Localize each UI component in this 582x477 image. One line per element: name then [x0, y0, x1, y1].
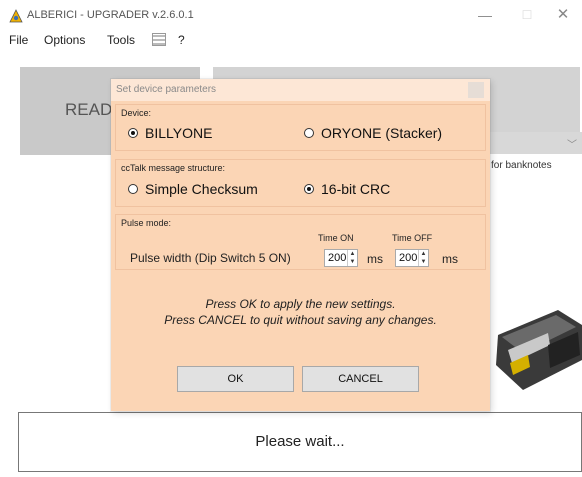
cctalk-group: ccTalk message structure: Simple Checksu…: [115, 159, 486, 207]
menu-help[interactable]: ?: [178, 33, 185, 47]
time-on-stepper[interactable]: 200 ▲ ▼: [324, 249, 358, 267]
radio-billyone-label: BILLYONE: [145, 125, 213, 141]
pulse-width-label: Pulse width (Dip Switch 5 ON): [130, 251, 291, 265]
radio-16bit-crc-label: 16-bit CRC: [321, 181, 391, 197]
bill-validator-image: [496, 310, 582, 390]
dialog-title: Set device parameters: [116, 84, 217, 95]
time-on-value: 200: [328, 252, 347, 264]
time-on-label: Time ON: [318, 233, 354, 243]
dialog-title-bar: Set device parameters: [111, 79, 490, 101]
keyboard-icon[interactable]: [152, 33, 166, 46]
ok-button[interactable]: OK: [177, 366, 294, 392]
banknotes-text: for banknotes: [491, 160, 552, 171]
time-on-unit: ms: [367, 252, 383, 266]
cancel-button[interactable]: CANCEL: [302, 366, 419, 392]
radio-unselected-icon: [304, 128, 314, 139]
radio-simple-checksum-label: Simple Checksum: [145, 181, 258, 197]
menu-bar: File Options Tools ?: [0, 30, 582, 50]
menu-tools[interactable]: Tools: [107, 33, 135, 47]
chevron-down-icon: ﹀: [567, 140, 577, 151]
stepper-arrows-icon[interactable]: ▲ ▼: [418, 250, 428, 266]
radio-unselected-icon: [128, 184, 138, 195]
time-off-value: 200: [399, 252, 418, 264]
pulse-group-label: Pulse mode:: [121, 218, 172, 228]
set-device-parameters-dialog: Set device parameters Device: BILLYONE O…: [111, 79, 490, 411]
read-button-label: READ: [65, 100, 113, 119]
device-group-label: Device:: [121, 108, 152, 118]
status-box: Please wait...: [18, 412, 582, 472]
radio-selected-icon: [304, 184, 314, 195]
minimize-button[interactable]: —: [470, 4, 500, 26]
radio-billyone[interactable]: BILLYONE: [128, 125, 212, 141]
close-button[interactable]: ✕: [548, 4, 578, 26]
info-line-1: Press OK to apply the new settings.: [205, 297, 396, 311]
time-off-stepper[interactable]: 200 ▲ ▼: [395, 249, 429, 267]
menu-file[interactable]: File: [9, 33, 28, 47]
maximize-button[interactable]: ☐: [512, 4, 542, 26]
window-title: ALBERICI - UPGRADER v.2.6.0.1: [27, 9, 194, 21]
title-bar: ALBERICI - UPGRADER v.2.6.0.1 — ☐ ✕: [0, 0, 582, 30]
radio-oryone[interactable]: ORYONE (Stacker): [304, 125, 442, 141]
info-line-2: Press CANCEL to quit without saving any …: [164, 313, 437, 327]
stepper-arrows-icon[interactable]: ▲ ▼: [347, 250, 357, 266]
time-off-label: Time OFF: [392, 233, 433, 243]
menu-options[interactable]: Options: [44, 33, 85, 47]
time-off-unit: ms: [442, 252, 458, 266]
cctalk-group-label: ccTalk message structure:: [121, 163, 226, 173]
dialog-close-button[interactable]: [468, 82, 484, 98]
status-text: Please wait...: [255, 433, 345, 450]
device-group: Device: BILLYONE ORYONE (Stacker): [115, 104, 486, 151]
radio-16bit-crc[interactable]: 16-bit CRC: [304, 181, 390, 197]
radio-oryone-label: ORYONE (Stacker): [321, 125, 443, 141]
radio-simple-checksum[interactable]: Simple Checksum: [128, 181, 258, 197]
app-logo-icon: [9, 9, 23, 23]
pulse-group: Pulse mode: Time ON Time OFF Pulse width…: [115, 214, 486, 270]
radio-selected-icon: [128, 128, 138, 139]
